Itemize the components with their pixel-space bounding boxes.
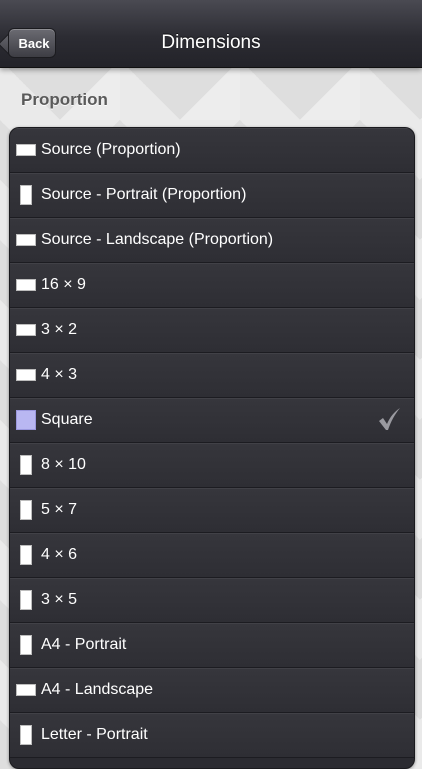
list-item-label: Square [41, 411, 93, 428]
portrait-swatch-icon [20, 455, 32, 475]
list-item-letter-portrait[interactable]: Letter - Portrait [10, 713, 414, 758]
proportion-list: Source (Proportion) Source - Portrait (P… [9, 127, 415, 769]
landscape-swatch-icon [16, 144, 36, 156]
list-item-label: A4 - Portrait [41, 636, 127, 653]
list-item-source[interactable]: Source (Proportion) [10, 128, 414, 173]
list-item-a4-landscape[interactable]: A4 - Landscape [10, 668, 414, 713]
navigation-bar: Back Dimensions [0, 0, 422, 68]
portrait-swatch-icon [20, 590, 32, 610]
landscape-swatch-icon [16, 234, 36, 246]
list-item-3x2[interactable]: 3 × 2 [10, 308, 414, 353]
page-title: Dimensions [161, 32, 261, 53]
list-item-8x10[interactable]: 8 × 10 [10, 443, 414, 488]
landscape-swatch-icon [16, 324, 36, 336]
list-item-a4-portrait[interactable]: A4 - Portrait [10, 623, 414, 668]
list-item-source-portrait[interactable]: Source - Portrait (Proportion) [10, 173, 414, 218]
portrait-swatch-icon [20, 545, 32, 565]
list-item-label: 3 × 2 [41, 321, 78, 338]
list-item-source-landscape[interactable]: Source - Landscape (Proportion) [10, 218, 414, 263]
landscape-swatch-icon [16, 684, 36, 696]
list-item-label: Source - Portrait (Proportion) [41, 186, 247, 203]
list-item-4x6[interactable]: 4 × 6 [10, 533, 414, 578]
list-item-label: 3 × 5 [41, 591, 78, 608]
list-item-label: 5 × 7 [41, 501, 78, 518]
list-item-label: Source (Proportion) [41, 141, 181, 158]
list-item-label: 8 × 10 [41, 456, 86, 473]
portrait-swatch-icon [20, 185, 32, 205]
portrait-swatch-icon [20, 725, 32, 745]
list-item-3x5[interactable]: 3 × 5 [10, 578, 414, 623]
square-swatch-icon [16, 410, 36, 430]
list-item-label: Letter - Portrait [41, 726, 148, 743]
landscape-swatch-icon [16, 369, 36, 381]
list-item-label: 16 × 9 [41, 276, 86, 293]
list-item-square[interactable]: Square [10, 398, 414, 443]
list-item-label: A4 - Landscape [41, 681, 154, 698]
list-item-4x3[interactable]: 4 × 3 [10, 353, 414, 398]
section-header: Proportion [21, 90, 108, 109]
checkmark-icon [379, 408, 400, 430]
landscape-swatch-icon [16, 279, 36, 291]
list-item-5x7[interactable]: 5 × 7 [10, 488, 414, 533]
list-item-16x9[interactable]: 16 × 9 [10, 263, 414, 308]
list-item-label: 4 × 6 [41, 546, 78, 563]
list-item-label: 4 × 3 [41, 366, 78, 383]
portrait-swatch-icon [20, 635, 32, 655]
portrait-swatch-icon [20, 500, 32, 520]
list-item-label: Source - Landscape (Proportion) [41, 231, 274, 248]
